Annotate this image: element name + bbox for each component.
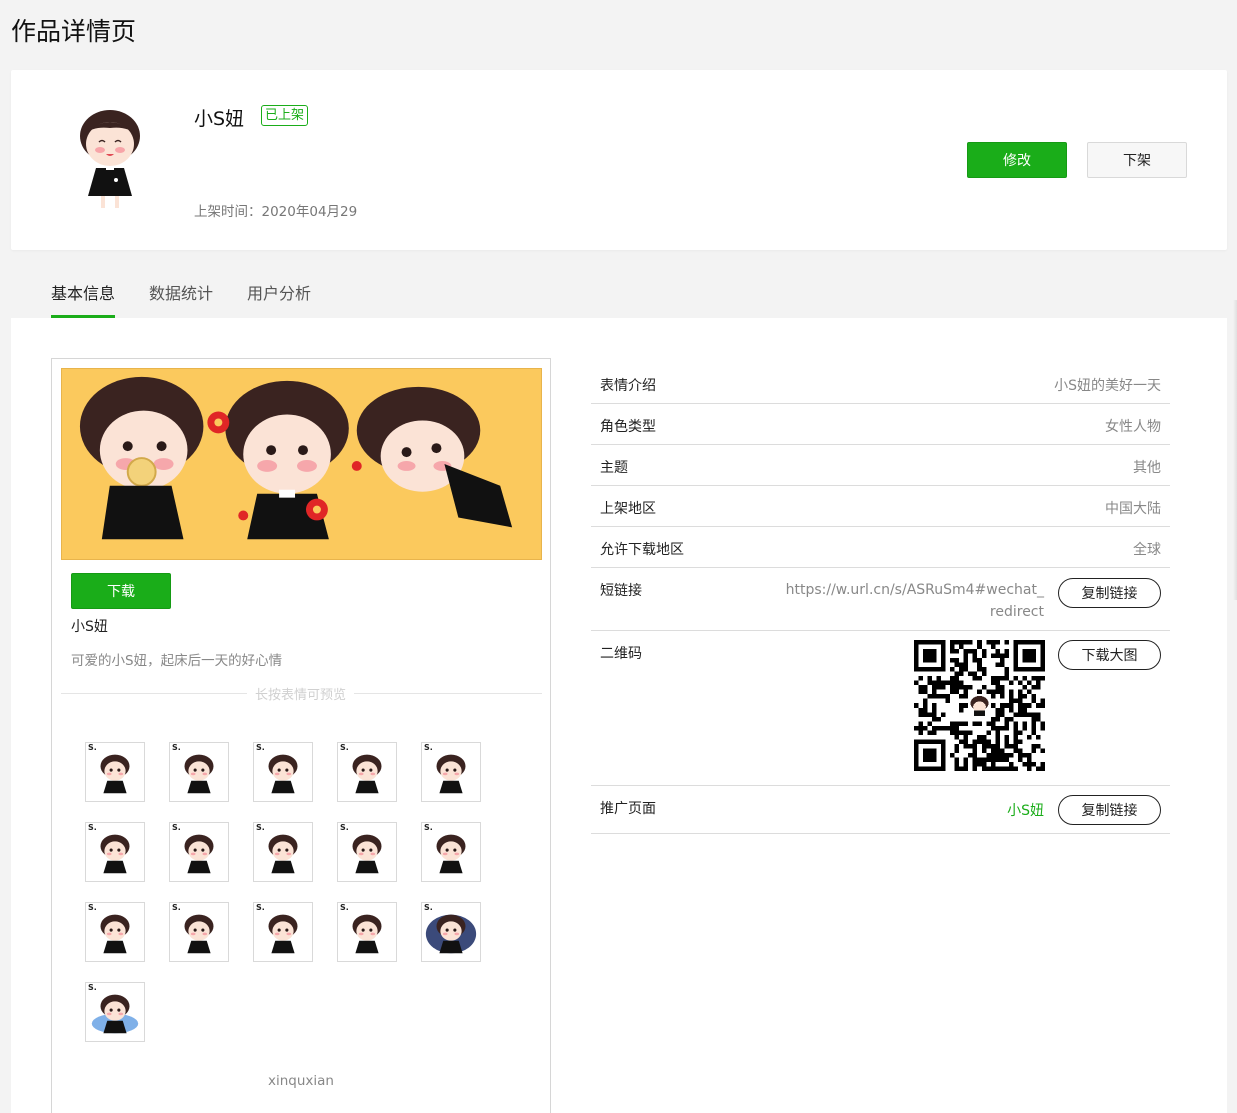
offshelf-button[interactable]: 下架: [1087, 142, 1187, 178]
tab-basic-info[interactable]: 基本信息: [51, 280, 116, 318]
edge-shadow: [1233, 300, 1237, 600]
sticker-grid: S. S. S. S. S. S. S. S. S. S. S. S. S. S. S. S.: [85, 742, 481, 1042]
sticker-preview: 下载 小S妞 可爱的小S妞，起床后一天的好心情 长按表情可预览 S. S. S. S.…: [51, 358, 551, 1113]
sticker-thumbnail[interactable]: S.: [169, 742, 229, 802]
sticker-thumbnail[interactable]: S.: [253, 902, 313, 962]
sticker-thumbnail[interactable]: S.: [85, 902, 145, 962]
sticker-tag: S.: [340, 743, 349, 752]
basic-info-panel: 下载 小S妞 可爱的小S妞，起床后一天的好心情 长按表情可预览 S. S. S. S.…: [11, 318, 1227, 1113]
edit-button[interactable]: 修改: [967, 142, 1067, 178]
sticker-tag: S.: [88, 823, 97, 832]
short-link-value: https://w.url.cn/s/ASRuSm4#wechat_redire…: [785, 582, 1044, 620]
info-label: 角色类型: [600, 419, 656, 435]
sticker-thumbnail[interactable]: S.: [169, 822, 229, 882]
preview-description: 可爱的小S妞，起床后一天的好心情: [71, 653, 283, 669]
info-row-role: 角色类型 女性人物: [591, 404, 1170, 445]
author-name: xinquxian: [268, 1073, 334, 1089]
info-row-intro: 表情介绍 小S妞的美好一天: [591, 363, 1170, 404]
work-name: 小S妞: [194, 108, 245, 130]
info-label: 二维码: [600, 646, 642, 662]
sticker-thumbnail[interactable]: S.: [421, 742, 481, 802]
sticker-tag: S.: [256, 903, 265, 912]
sticker-tag: S.: [424, 823, 433, 832]
status-badge: 已上架: [261, 105, 309, 126]
sticker-thumbnail[interactable]: S.: [337, 822, 397, 882]
info-table: 表情介绍 小S妞的美好一天 角色类型 女性人物 主题 其他 上架地区 中国大陆 …: [591, 363, 1170, 834]
sticker-thumbnail[interactable]: S.: [85, 822, 145, 882]
preview-name: 小S妞: [71, 619, 108, 635]
info-value: 中国大陆: [1105, 501, 1161, 517]
sticker-thumbnail[interactable]: S.: [169, 902, 229, 962]
info-label: 推广页面: [600, 801, 656, 817]
info-label: 表情介绍: [600, 378, 656, 394]
copy-short-link-button[interactable]: 复制链接: [1058, 578, 1161, 608]
qr-code-image: [914, 640, 1045, 771]
download-button[interactable]: 下载: [71, 573, 171, 609]
sticker-tag: S.: [340, 903, 349, 912]
page-title: 作品详情页: [11, 17, 137, 46]
divider-hint: 长按表情可预览: [247, 684, 355, 703]
info-row-download-region: 允许下载地区 全球: [591, 527, 1170, 568]
sticker-tag: S.: [256, 823, 265, 832]
sticker-tag: S.: [172, 743, 181, 752]
sticker-tag: S.: [256, 743, 265, 752]
sticker-thumbnail[interactable]: S.: [253, 742, 313, 802]
info-label: 短链接: [600, 583, 642, 599]
copy-promo-link-button[interactable]: 复制链接: [1058, 795, 1161, 825]
sticker-thumbnail[interactable]: S.: [421, 822, 481, 882]
download-qr-button[interactable]: 下载大图: [1058, 640, 1161, 670]
tab-user-analysis[interactable]: 用户分析: [247, 280, 311, 318]
sticker-tag: S.: [172, 823, 181, 832]
info-label: 上架地区: [600, 501, 656, 517]
tab-data-stats[interactable]: 数据统计: [149, 280, 213, 318]
sticker-tag: S.: [424, 743, 433, 752]
sticker-thumbnail[interactable]: S.: [85, 742, 145, 802]
sticker-thumbnail[interactable]: S.: [421, 902, 481, 962]
sticker-tag: S.: [172, 903, 181, 912]
sticker-tag: S.: [424, 903, 433, 912]
info-label: 允许下载地区: [600, 542, 684, 558]
banner-image: [61, 368, 542, 560]
publish-time: 上架时间：2020年04月29: [194, 204, 358, 220]
info-value: 全球: [1133, 542, 1161, 558]
tab-bar: 基本信息 数据统计 用户分析: [51, 280, 311, 318]
info-row-qr-code: 二维码 下载大图: [591, 631, 1170, 786]
info-label: 主题: [600, 460, 628, 476]
info-value: 女性人物: [1105, 419, 1161, 435]
info-row-region: 上架地区 中国大陆: [591, 486, 1170, 527]
promo-page-link[interactable]: 小S妞: [1007, 800, 1044, 820]
sticker-tag: S.: [88, 903, 97, 912]
sticker-thumbnail[interactable]: S.: [337, 742, 397, 802]
sticker-thumbnail[interactable]: S.: [253, 822, 313, 882]
work-avatar: [80, 110, 140, 208]
sticker-tag: S.: [88, 983, 97, 992]
sticker-thumbnail[interactable]: S.: [337, 902, 397, 962]
sticker-tag: S.: [88, 743, 97, 752]
info-value: 其他: [1133, 460, 1161, 476]
info-value: 小S妞的美好一天: [1054, 378, 1161, 394]
work-summary-card: 小S妞 已上架 上架时间：2020年04月29 修改 下架: [11, 70, 1227, 250]
info-row-short-link: 短链接 https://w.url.cn/s/ASRuSm4#wechat_re…: [591, 568, 1170, 631]
info-row-promo-page: 推广页面 小S妞 复制链接: [591, 786, 1170, 834]
sticker-thumbnail[interactable]: S.: [85, 982, 145, 1042]
sticker-tag: S.: [340, 823, 349, 832]
info-row-theme: 主题 其他: [591, 445, 1170, 486]
